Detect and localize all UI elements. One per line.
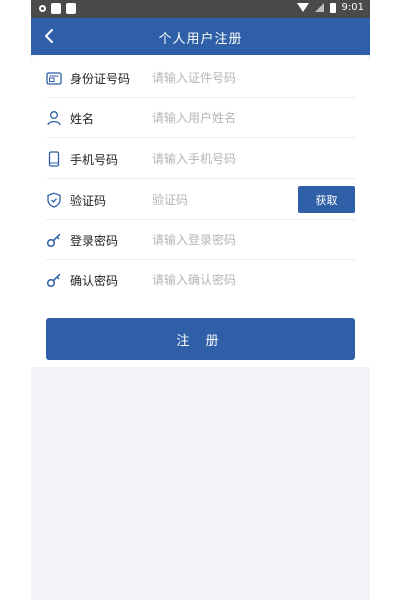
- register-button[interactable]: 注 册: [46, 318, 355, 360]
- page-title: 个人用户注册: [158, 32, 243, 47]
- key-icon: [46, 233, 61, 248]
- phone-row: 手机号码: [46, 139, 355, 179]
- id-number-label: 身份证号码: [70, 72, 131, 86]
- notification-app-icon: [66, 3, 76, 14]
- key-icon: [46, 273, 61, 288]
- verification-code-row: 验证码 获取: [46, 180, 355, 220]
- id-card-icon: [46, 72, 62, 85]
- app-header: 个人用户注册: [31, 18, 370, 55]
- password-label: 登录密码: [70, 234, 119, 248]
- phone-label: 手机号码: [70, 153, 119, 167]
- phone-icon: [48, 151, 60, 167]
- verification-code-label: 验证码: [70, 194, 107, 208]
- password-row: 登录密码: [46, 220, 355, 260]
- registration-form: 身份证号码 姓名 手机号码 验证码 获: [31, 55, 370, 367]
- confirm-password-label: 确认密码: [70, 274, 119, 288]
- status-bar: 9:01: [31, 0, 370, 18]
- signal-icon: [314, 3, 324, 12]
- password-input[interactable]: [152, 229, 292, 251]
- id-number-input[interactable]: [152, 67, 292, 89]
- app-screen: 9:01 个人用户注册 身份证号码 姓名: [31, 0, 370, 600]
- phone-input[interactable]: [152, 148, 292, 170]
- status-system: 9:01: [296, 2, 364, 13]
- id-number-row: 身份证号码: [46, 58, 355, 98]
- status-time: 9:01: [341, 2, 364, 13]
- name-input[interactable]: [152, 107, 292, 129]
- shield-check-icon: [47, 192, 61, 208]
- verification-code-input[interactable]: [152, 189, 272, 211]
- notification-dot-icon: [39, 5, 46, 12]
- confirm-password-input[interactable]: [152, 269, 292, 291]
- battery-icon: [329, 2, 336, 13]
- confirm-password-row: 确认密码: [46, 260, 355, 300]
- name-row: 姓名: [46, 98, 355, 138]
- status-notifications: [39, 3, 76, 14]
- wifi-icon: [296, 3, 309, 12]
- name-label: 姓名: [70, 112, 95, 126]
- user-icon: [47, 111, 61, 126]
- get-code-button[interactable]: 获取: [298, 186, 355, 213]
- notification-app-icon: [51, 3, 61, 14]
